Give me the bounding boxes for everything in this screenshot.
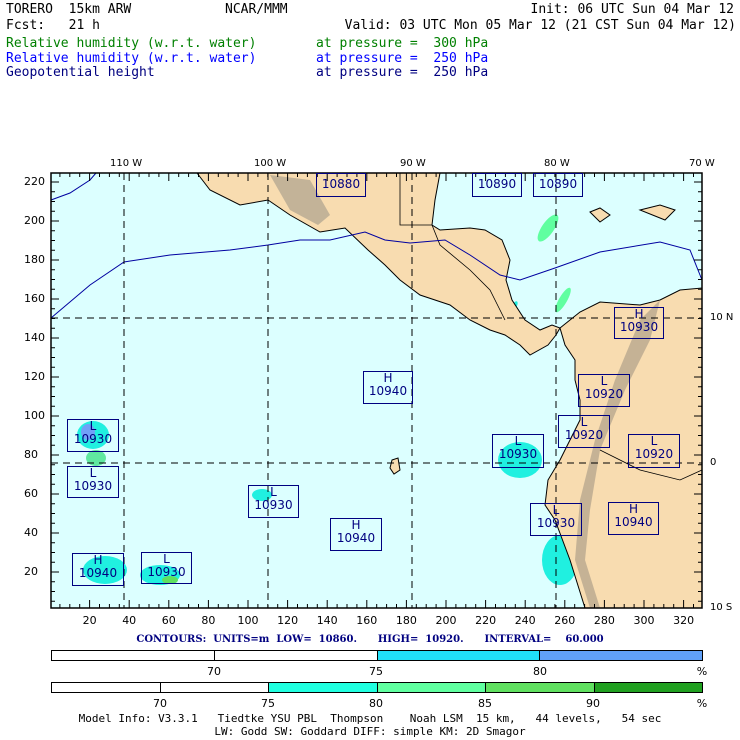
colorbar-rh-300 (51, 682, 703, 693)
center-value: 10880 (321, 177, 361, 191)
center-value: 10940 (614, 515, 653, 529)
pressure-center-high: H 10940 (608, 502, 659, 535)
map-plot (50, 172, 703, 609)
y-tick-label: 220 (24, 175, 45, 188)
center-value: 10940 (368, 384, 408, 398)
pressure-center-low: 10880 (316, 173, 366, 197)
center-value: 10930 (619, 320, 659, 334)
contour-info: CONTOURS: UNITS=m LOW= 10860. HIGH= 1092… (136, 634, 604, 645)
pressure-center-low: L 10930 (248, 485, 299, 518)
pressure-center-high: H 10930 (614, 307, 664, 339)
x-tick-label: 80 (201, 614, 216, 627)
lon-label: 70 W (689, 158, 715, 169)
colorbar-label: % (696, 665, 708, 678)
y-tick-label: 140 (24, 331, 45, 344)
pressure-center-low: L 10930 (492, 434, 544, 468)
colorbar-label: 80 (533, 665, 547, 678)
lon-label: 80 W (544, 158, 570, 169)
center-value: 10890 (477, 177, 517, 191)
x-tick-label: 160 (356, 614, 378, 627)
pressure-center-low: L 10920 (628, 434, 680, 468)
x-tick-label: 200 (435, 614, 457, 627)
pressure-center-high: H 10940 (363, 371, 413, 404)
colorbar-label: 70 (207, 665, 221, 678)
lat-label: 0 (710, 457, 717, 468)
center-value: 10930 (73, 432, 113, 446)
lon-label: 100 W (254, 158, 287, 169)
y-tick-label: 80 (24, 448, 38, 461)
weather-map-figure: TORERO 15km ARW NCAR/MMM Init: 06 UTC Su… (0, 0, 740, 740)
pressure-center-low: L 10930 (67, 466, 119, 498)
center-value: 10930 (536, 516, 576, 530)
x-tick-label: 180 (395, 614, 417, 627)
colorbar-segment (594, 683, 702, 692)
model-info-line2: LW: Godd SW: Goddard DIFF: simple KM: 2D… (214, 725, 526, 738)
colorbar-rh-250 (51, 650, 703, 661)
pressure-center-low: 10890 (533, 173, 583, 197)
center-value: 10940 (78, 566, 118, 580)
colorbar-segment (377, 651, 541, 660)
x-tick-label: 120 (277, 614, 299, 627)
center-value: 10890 (538, 177, 578, 191)
x-tick-label: 40 (122, 614, 137, 627)
colorbar-label: 90 (586, 697, 600, 710)
x-tick-label: 260 (554, 614, 576, 627)
center-value: 10940 (336, 531, 376, 545)
y-tick-label: 180 (24, 253, 45, 266)
center-value: 10930 (147, 565, 186, 579)
y-tick-label: 100 (24, 409, 45, 422)
y-tick-label: 60 (24, 487, 38, 500)
colorbar-label: 70 (153, 697, 167, 710)
center-value: 10920 (634, 447, 674, 461)
lat-label: 10 N (710, 312, 734, 323)
x-tick-label: 240 (514, 614, 536, 627)
colorbar-segment (540, 651, 702, 660)
pressure-center-low: L 10920 (578, 374, 630, 407)
x-tick-label: 320 (673, 614, 695, 627)
x-tick-label: 60 (161, 614, 176, 627)
pressure-center-low: 10890 (472, 173, 522, 197)
pressure-center-low: L 10930 (67, 419, 119, 452)
x-tick-label: 300 (633, 614, 655, 627)
colorbar-segment (214, 651, 378, 660)
lon-label: 90 W (400, 158, 426, 169)
colorbar-segment (52, 651, 215, 660)
pressure-center-low: L 10920 (558, 415, 610, 448)
pressure-center-low: L 10930 (141, 552, 192, 584)
center-value: 10930 (498, 447, 538, 461)
x-tick-label: 20 (82, 614, 97, 627)
y-tick-label: 20 (24, 565, 38, 578)
colorbar-label: 85 (478, 697, 492, 710)
colorbar-label: % (696, 697, 708, 710)
x-tick-label: 140 (316, 614, 338, 627)
colorbar-segment (269, 683, 378, 692)
colorbar-segment (486, 683, 595, 692)
center-value: 10930 (73, 479, 113, 493)
model-info-line1: Model Info: V3.3.1 Tiedtke YSU PBL Thomp… (78, 712, 662, 725)
x-tick-label: 220 (475, 614, 497, 627)
colorbar-segment (377, 683, 486, 692)
lon-label: 110 W (110, 158, 143, 169)
center-value: 10920 (564, 428, 604, 442)
center-value: 10930 (254, 498, 293, 512)
y-tick-label: 160 (24, 292, 45, 305)
y-tick-label: 120 (24, 370, 45, 383)
colorbar-label: 80 (369, 697, 383, 710)
pressure-center-high: H 10940 (72, 553, 124, 586)
colorbar-label: 75 (261, 697, 275, 710)
colorbar-label: 75 (369, 665, 383, 678)
pressure-center-low: L 10930 (530, 503, 582, 536)
colorbar-segment (52, 683, 161, 692)
pressure-center-high: H 10940 (330, 518, 382, 551)
y-tick-label: 40 (24, 526, 38, 539)
y-tick-label: 200 (24, 214, 45, 227)
colorbar-segment (160, 683, 269, 692)
center-value: 10920 (584, 387, 624, 401)
x-tick-label: 280 (593, 614, 615, 627)
lat-label: 10 S (710, 602, 733, 613)
x-tick-label: 100 (237, 614, 259, 627)
